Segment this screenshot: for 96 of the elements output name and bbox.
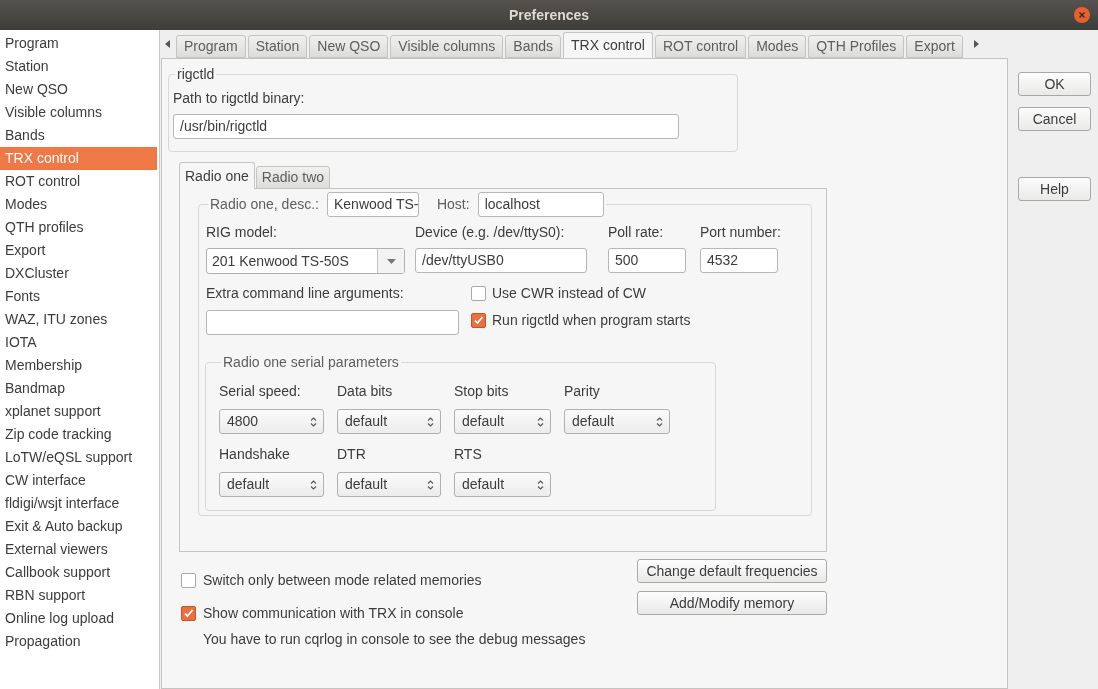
sidebar-item[interactable]: CW interface — [0, 469, 159, 492]
sidebar-item[interactable]: Export — [0, 239, 159, 262]
field-label: Stop bits — [454, 382, 510, 401]
tab[interactable]: QTH Profiles — [808, 35, 905, 58]
tab[interactable]: Bands — [505, 35, 561, 58]
tab[interactable]: New QSO — [309, 35, 389, 58]
hint-text: You have to run cqrlog in console to see the debug messages — [203, 630, 586, 649]
rig-model-dropdown[interactable]: 201 Kenwood TS-50S — [206, 248, 405, 274]
checkbox-label: Show communication with TRX in console — [203, 604, 464, 623]
up-down-arrows-icon — [656, 415, 663, 428]
spin-select[interactable]: default — [564, 409, 670, 434]
sidebar-item[interactable]: Visible columns — [0, 101, 159, 124]
field-label: Device (e.g. /dev/ttyS0): — [415, 223, 566, 242]
dialog-button[interactable]: Add/Modify memory — [637, 591, 827, 615]
sidebar-item[interactable]: Callbook support — [0, 561, 159, 584]
group-label: rigctld — [176, 65, 216, 84]
sidebar-item[interactable]: Exit & Auto backup — [0, 515, 159, 538]
tab[interactable]: Visible columns — [390, 35, 504, 58]
device-field[interactable]: /dev/ttyUSB0 — [415, 248, 587, 273]
sidebar-item[interactable]: Bands — [0, 124, 159, 147]
dialog-button[interactable]: Help — [1018, 177, 1091, 201]
tab[interactable]: ROT control — [654, 35, 747, 58]
sidebar-item[interactable]: fldigi/wsjt interface — [0, 492, 159, 515]
arguments-field[interactable] — [206, 310, 459, 335]
host-field[interactable]: localhost — [477, 192, 604, 217]
tab[interactable]: Station — [247, 35, 308, 58]
sidebar-item[interactable]: IOTA — [0, 331, 159, 354]
sidebar-item[interactable]: ROT control — [0, 170, 159, 193]
checkbox-label: Run rigctld when program starts — [492, 310, 691, 330]
field-label: RTS — [454, 445, 483, 464]
sidebar-item[interactable]: Modes — [0, 193, 159, 216]
up-down-arrows-icon — [310, 415, 317, 428]
tab[interactable]: Export — [906, 35, 963, 58]
poll-rate-field[interactable]: 500 — [608, 248, 686, 273]
spin-select[interactable]: 4800 — [219, 409, 324, 434]
port-field[interactable]: 4532 — [700, 248, 778, 273]
scroll-right-icon[interactable] — [972, 40, 979, 48]
sidebar-item[interactable]: LoTW/eQSL support — [0, 446, 159, 469]
checkbox[interactable] — [181, 606, 196, 621]
field-label: Handshake — [219, 445, 291, 464]
checkbox[interactable] — [471, 285, 486, 301]
tab[interactable]: TRX control — [563, 32, 653, 58]
field-label: Host: — [436, 195, 470, 214]
sidebar-item[interactable]: xplanet support — [0, 400, 159, 423]
field-label: DTR — [337, 445, 367, 464]
tab[interactable]: Modes — [748, 35, 807, 58]
sidebar-item[interactable]: RBN support — [0, 584, 159, 607]
checkbox[interactable] — [471, 312, 486, 328]
path-field[interactable]: /usr/bin/rigctld — [173, 114, 679, 139]
description-field[interactable]: Kenwood TS- — [326, 192, 419, 217]
sidebar-item[interactable]: Station — [0, 55, 159, 78]
spin-select[interactable]: default — [337, 472, 441, 497]
window-title: Preferences — [508, 5, 590, 25]
sidebar-item[interactable]: DXCluster — [0, 262, 159, 285]
spin-select[interactable]: default — [454, 409, 551, 434]
up-down-arrows-icon — [310, 478, 317, 491]
field-label: Data bits — [337, 382, 394, 401]
sidebar-item[interactable]: New QSO — [0, 78, 159, 101]
sidebar-item[interactable]: Zip code tracking — [0, 423, 159, 446]
field-label: Poll rate: — [608, 223, 665, 242]
dropdown-caret-icon — [386, 258, 396, 264]
sidebar-item[interactable]: Fonts — [0, 285, 159, 308]
checkbox[interactable] — [181, 573, 196, 588]
field-label: Port number: — [700, 223, 782, 242]
sidebar-item[interactable]: Membership — [0, 354, 159, 377]
sidebar-item[interactable]: Propagation — [0, 630, 159, 653]
sidebar-item[interactable]: Program — [0, 32, 159, 55]
spin-select[interactable]: default — [219, 472, 324, 497]
up-down-arrows-icon — [427, 478, 434, 491]
tab[interactable]: Program — [176, 35, 246, 58]
scroll-left-icon[interactable] — [165, 40, 171, 48]
field-label: Serial speed: — [219, 382, 302, 401]
field-label: Extra command line arguments: — [206, 284, 405, 303]
dialog-button[interactable]: Change default frequencies — [637, 559, 827, 583]
up-down-arrows-icon — [427, 415, 434, 428]
field-label: Path to rigctld binary: — [173, 89, 306, 108]
spin-select[interactable]: default — [337, 409, 441, 434]
up-down-arrows-icon — [537, 478, 544, 491]
field-label: Radio one, desc.: — [210, 195, 319, 214]
sidebar-item[interactable]: WAZ, ITU zones — [0, 308, 159, 331]
sidebar-item[interactable]: QTH profiles — [0, 216, 159, 239]
tab[interactable]: Radio one — [179, 162, 255, 189]
sidebar-item[interactable]: External viewers — [0, 538, 159, 561]
field-label: Parity — [564, 382, 601, 401]
sidebar-item[interactable]: Bandmap — [0, 377, 159, 400]
tab[interactable]: Radio two — [255, 166, 331, 189]
sidebar-item[interactable]: Online log upload — [0, 607, 159, 630]
checkbox-label: Switch only between mode related memories — [203, 571, 482, 590]
dialog-button[interactable]: OK — [1018, 72, 1091, 96]
spin-select[interactable]: default — [454, 472, 551, 497]
checkbox-label: Use CWR instead of CW — [492, 283, 647, 303]
dialog-button[interactable]: Cancel — [1018, 107, 1091, 131]
field-label: RIG model: — [206, 223, 278, 242]
group-label: Radio one serial parameters — [222, 353, 400, 372]
up-down-arrows-icon — [537, 415, 544, 428]
close-icon[interactable] — [1074, 7, 1090, 23]
